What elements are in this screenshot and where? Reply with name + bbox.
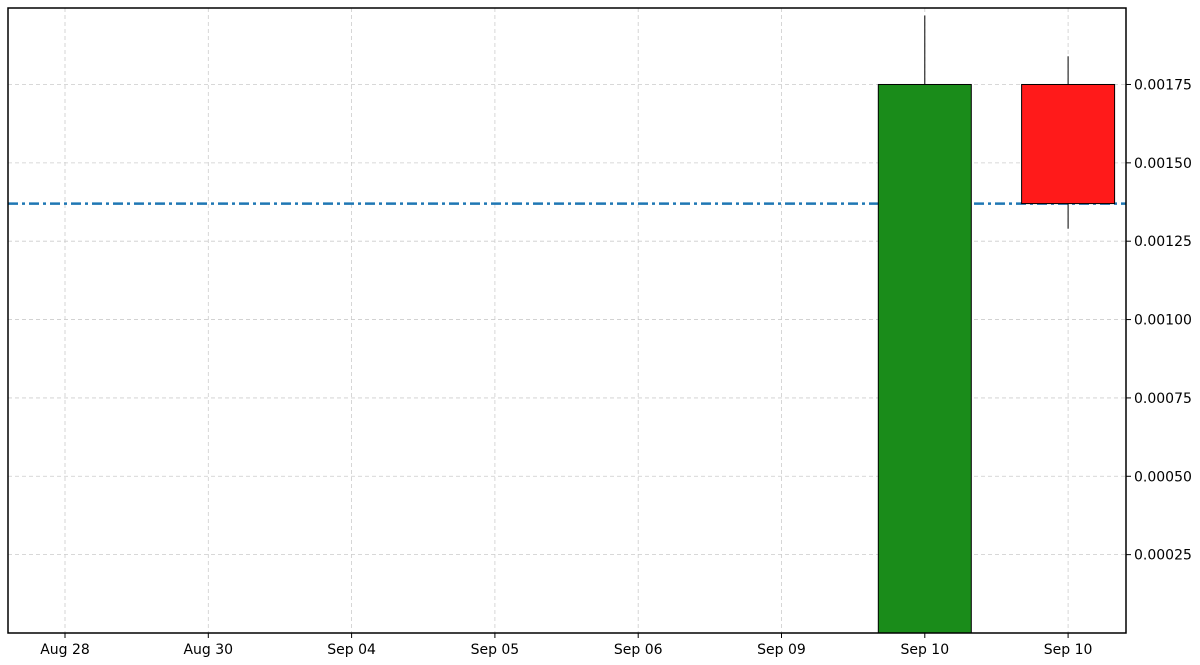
x-tick-label: Aug 30	[183, 642, 233, 658]
candlestick-chart: Aug 28 Aug 30 Sep 04 Sep 05 Sep 06 Sep 09 Sep …	[7, 7, 1192, 658]
candles	[877, 15, 1116, 634]
x-tick-label: Aug 28	[40, 642, 90, 658]
y-axis-ticks: 0.00025 0.00050 0.00075 0.00100 0.00125 0.001…	[1126, 77, 1192, 564]
x-tick-label: Sep 09	[757, 642, 806, 658]
x-tick-label: Sep 05	[471, 642, 520, 658]
y-tick-label: 0.00175	[1134, 77, 1192, 93]
y-tick-label: 0.00150	[1134, 156, 1192, 172]
x-tick-label: Sep 06	[614, 642, 663, 658]
y-tick-label: 0.00050	[1134, 469, 1192, 485]
y-tick-label: 0.00075	[1134, 391, 1192, 407]
candle-body-up	[877, 83, 972, 634]
y-tick-label: 0.00125	[1134, 234, 1192, 250]
candle-body-down	[1021, 83, 1116, 205]
x-tick-label: Sep 10	[900, 642, 949, 658]
x-axis-ticks: Aug 28 Aug 30 Sep 04 Sep 05 Sep 06 Sep 09 Sep …	[40, 633, 1092, 658]
x-tick-label: Sep 04	[327, 642, 376, 658]
y-tick-label: 0.00025	[1134, 548, 1192, 564]
y-tick-label: 0.00100	[1134, 313, 1192, 329]
x-tick-label: Sep 10	[1044, 642, 1093, 658]
